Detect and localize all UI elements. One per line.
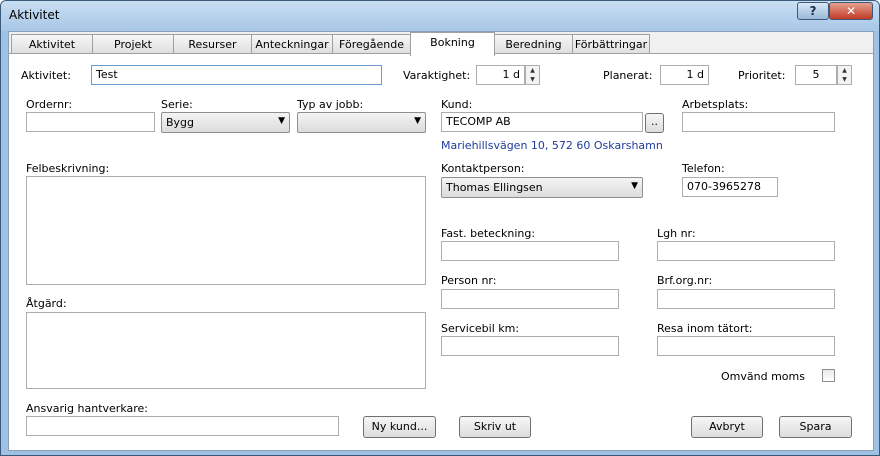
title-bar: Aktivitet ? ✕ [1,1,879,31]
prioritet-spinner[interactable]: ▲ ▼ [837,65,852,85]
kund-browse-button[interactable]: .. [645,113,664,133]
prioritet-input[interactable]: 5 [795,65,837,85]
ny-kund-button[interactable]: Ny kund... [363,416,436,438]
felbeskrivning-label: Felbeskrivning: [26,162,110,175]
servicebil-km-label: Servicebil km: [441,322,520,335]
kund-input[interactable]: TECOMP AB [441,112,643,132]
tab-projekt[interactable]: Projekt [92,34,174,54]
servicebil-km-input[interactable] [441,336,619,356]
typ-av-jobb-label: Typ av jobb: [297,98,364,111]
kontaktperson-label: Kontaktperson: [441,162,525,175]
typ-av-jobb-select[interactable]: ▼ [297,112,426,133]
fast-beteckning-label: Fast. beteckning: [441,227,536,240]
lgh-nr-input[interactable] [657,241,835,261]
avbryt-button[interactable]: Avbryt [691,416,763,438]
kontaktperson-select[interactable]: Thomas Ellingsen ▼ [441,177,643,198]
dialog-window: Aktivitet ? ✕ Aktivitet Projekt Resurser… [0,0,880,456]
aktivitet-input[interactable]: Test [91,65,382,85]
kontaktperson-value: Thomas Ellingsen [446,181,543,194]
spin-down-icon[interactable]: ▼ [526,75,539,84]
person-nr-input[interactable] [441,289,619,309]
window-title: Aktivitet [9,8,60,22]
ansvarig-hantverkare-label: Ansvarig hantverkare: [26,402,149,415]
telefon-input[interactable]: 070-3965278 [682,177,778,197]
atgard-textarea[interactable] [26,312,426,389]
tab-anteckningar[interactable]: Anteckningar [251,34,333,54]
fast-beteckning-input[interactable] [441,241,619,261]
skriv-ut-button[interactable]: Skriv ut [459,416,531,438]
resa-inom-tatort-label: Resa inom tätort: [657,322,753,335]
kund-label: Kund: [441,98,473,111]
tab-forbattringar[interactable]: Förbättringar [572,34,650,54]
prioritet-label: Prioritet: [738,69,786,82]
omvand-moms-checkbox[interactable] [822,369,835,382]
spin-up-icon[interactable]: ▲ [838,66,851,75]
varaktighet-label: Varaktighet: [403,69,471,82]
lgh-nr-label: Lgh nr: [657,227,696,240]
planerat-label: Planerat: [603,69,653,82]
kund-address: Mariehillsvägen 10, 572 60 Oskarshamn [441,139,663,152]
atgard-label: Åtgärd: [26,297,67,310]
ordernr-input[interactable] [26,112,155,132]
chevron-down-icon: ▼ [278,116,285,126]
arbetsplats-label: Arbetsplats: [682,98,749,111]
planerat-input[interactable]: 1 d [660,65,709,85]
brf-org-nr-input[interactable] [657,289,835,309]
spin-down-icon[interactable]: ▼ [838,75,851,84]
ansvarig-hantverkare-input[interactable] [26,416,339,436]
ordernr-label: Ordernr: [26,98,73,111]
help-button[interactable]: ? [797,2,829,20]
telefon-label: Telefon: [682,162,725,175]
serie-value: Bygg [166,116,195,129]
tab-resurser[interactable]: Resurser [173,34,252,54]
varaktighet-spinner[interactable]: ▲ ▼ [525,65,540,85]
arbetsplats-input[interactable] [682,112,835,132]
close-button[interactable]: ✕ [829,2,873,20]
varaktighet-input[interactable]: 1 d [476,65,525,85]
bokning-panel: Aktivitet: Test Varaktighet: 1 d ▲ ▼ Pla… [9,53,873,450]
serie-label: Serie: [161,98,193,111]
omvand-moms-label: Omvänd moms [721,370,805,383]
tab-aktivitet[interactable]: Aktivitet [11,34,93,54]
dialog-client: Aktivitet Projekt Resurser Anteckningar … [8,31,874,451]
spin-up-icon[interactable]: ▲ [526,66,539,75]
tab-bokning[interactable]: Bokning [410,32,495,56]
tab-foregaende[interactable]: Föregående [332,34,411,54]
spara-button[interactable]: Spara [779,416,852,438]
felbeskrivning-textarea[interactable] [26,176,426,285]
brf-org-nr-label: Brf.org.nr: [657,274,713,287]
chevron-down-icon: ▼ [631,181,638,191]
tab-beredning[interactable]: Beredning [494,34,573,54]
chevron-down-icon: ▼ [414,116,421,126]
person-nr-label: Person nr: [441,274,497,287]
aktivitet-label: Aktivitet: [21,69,71,82]
resa-inom-tatort-input[interactable] [657,336,835,356]
serie-select[interactable]: Bygg ▼ [161,112,290,133]
